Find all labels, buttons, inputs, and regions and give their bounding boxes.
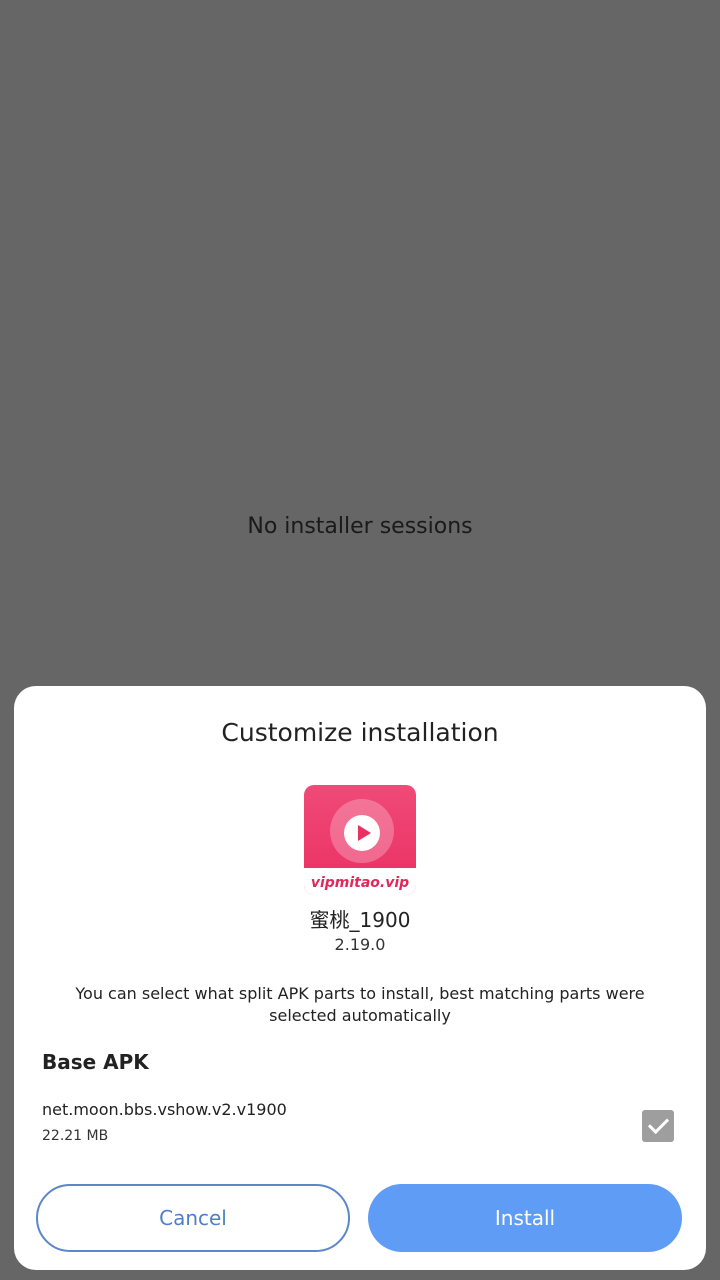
empty-state-message: No installer sessions [247, 514, 473, 539]
app-icon: vipmitao.vip [304, 785, 416, 895]
dialog-title: Customize installation [221, 718, 499, 747]
app-version: 2.19.0 [334, 935, 386, 954]
app-name: 蜜桃_1900 [309, 908, 411, 932]
customize-installation-dialog: Customize installation vipmitao.vip 蜜桃_1… [14, 686, 706, 1270]
apk-checkbox[interactable] [642, 1110, 674, 1142]
apk-package-name: net.moon.bbs.vshow.v2.v1900 [42, 1100, 287, 1119]
app-icon-brand-text: vipmitao.vip [310, 875, 410, 891]
cancel-button[interactable]: Cancel [36, 1184, 350, 1252]
play-icon [344, 815, 380, 851]
section-title-base-apk: Base APK [42, 1050, 149, 1074]
apk-part-row[interactable]: net.moon.bbs.vshow.v2.v1900 22.21 MB [42, 1100, 678, 1152]
dialog-description: You can select what split APK parts to i… [75, 984, 645, 1025]
install-button[interactable]: Install [368, 1184, 682, 1252]
apk-size: 22.21 MB [42, 1128, 109, 1144]
